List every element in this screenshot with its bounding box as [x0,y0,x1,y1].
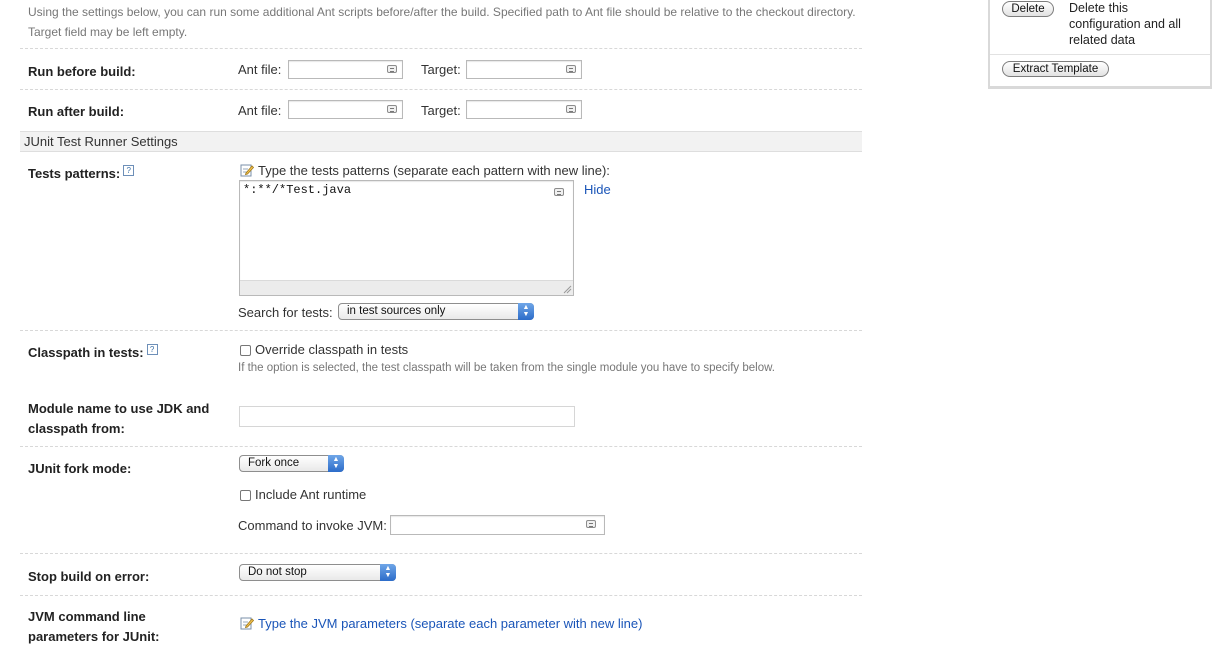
help-icon[interactable]: ? [146,344,158,355]
search-for-tests-label: Search for tests: [238,305,333,320]
extract-template-button[interactable]: Extract Template [1002,61,1109,77]
delete-desc-line3: related data [1069,33,1136,47]
picker-icon[interactable] [566,65,576,73]
delete-desc-line1: Delete this [1069,1,1129,15]
classpath-label: Classpath in tests: [28,345,144,360]
help-icon[interactable]: ? [123,165,135,176]
run-before-ant-file-label: Ant file: [238,62,282,77]
intro-text: Using the settings below, you can run so… [28,5,856,39]
override-classpath-label: Override classpath in tests [255,342,409,357]
stop-build-select[interactable]: Do not stop ▲ ▼ [239,564,396,581]
picker-icon[interactable] [586,520,596,528]
edit-icon [240,164,254,177]
divider [20,446,862,447]
classpath-note: If the option is selected, the test clas… [238,362,775,374]
module-name-label-line2: classpath from: [28,421,125,436]
classpath-label-row: Classpath in tests:? [28,343,158,363]
include-ant-runtime-checkbox[interactable] [240,490,251,501]
select-arrows-icon: ▲ ▼ [380,564,396,581]
divider [20,595,862,596]
run-after-ant-file-label: Ant file: [238,103,282,118]
tests-patterns-value: *:**/*Test.java [243,183,352,197]
run-before-ant-file-input[interactable] [288,60,403,79]
tests-patterns-textarea[interactable]: *:**/*Test.java [239,180,574,296]
divider [20,89,862,90]
search-for-tests-value: in test sources only [347,305,446,317]
divider [20,330,862,331]
run-after-target-label: Target: [421,103,461,118]
textarea-resize-bar [240,280,573,295]
command-jvm-input[interactable] [390,515,605,535]
hide-link[interactable]: Hide [584,181,611,199]
run-before-label: Run before build: [28,64,136,79]
run-before-target-input[interactable] [466,60,582,79]
include-ant-runtime-label: Include Ant runtime [255,487,367,502]
fork-mode-value: Fork once [248,457,300,469]
picker-icon[interactable] [387,105,397,113]
delete-button[interactable]: Delete [1002,1,1054,17]
delete-description: Delete this configuration and all relate… [1069,0,1181,48]
stop-build-label: Stop build on error: [28,569,150,584]
run-after-label: Run after build: [28,104,125,119]
module-name-input[interactable] [239,406,575,427]
jvm-params-link[interactable]: Type the JVM parameters (separate each p… [258,615,642,633]
divider [990,54,1210,55]
override-classpath-checkbox[interactable] [240,345,251,356]
stop-build-value: Do not stop [248,566,307,578]
fork-mode-label: JUnit fork mode: [28,461,132,476]
delete-desc-line2: configuration and all [1069,17,1181,31]
jvm-params-label-line2: parameters for JUnit: [28,629,160,644]
module-name-label-line1: Module name to use JDK and [28,401,210,416]
picker-icon[interactable] [554,188,564,196]
search-for-tests-select[interactable]: in test sources only ▲ ▼ [338,303,534,320]
tests-patterns-label: Tests patterns: [28,166,121,181]
picker-icon[interactable] [387,65,397,73]
resize-grip-icon[interactable] [562,284,572,294]
picker-icon[interactable] [566,105,576,113]
select-arrows-icon: ▲ ▼ [518,303,534,320]
select-arrows-icon: ▲ ▼ [328,455,344,472]
run-after-target-input[interactable] [466,100,582,119]
run-before-target-label: Target: [421,62,461,77]
side-panel: Delete Delete this configuration and all… [988,0,1212,89]
command-jvm-label: Command to invoke JVM: [238,518,387,533]
tests-patterns-label-row: Tests patterns:? [28,164,135,184]
edit-icon [240,617,254,630]
divider [20,553,862,554]
jvm-params-label: JVM command line parameters for JUnit: [28,607,159,647]
jvm-params-label-line1: JVM command line [28,609,146,624]
junit-section-header: JUnit Test Runner Settings [20,131,862,152]
tests-patterns-hint: Type the tests patterns (separate each p… [258,163,610,178]
fork-mode-select[interactable]: Fork once ▲ ▼ [239,455,344,472]
run-after-ant-file-input[interactable] [288,100,403,119]
divider [20,48,862,49]
module-name-label: Module name to use JDK and classpath fro… [28,399,209,439]
